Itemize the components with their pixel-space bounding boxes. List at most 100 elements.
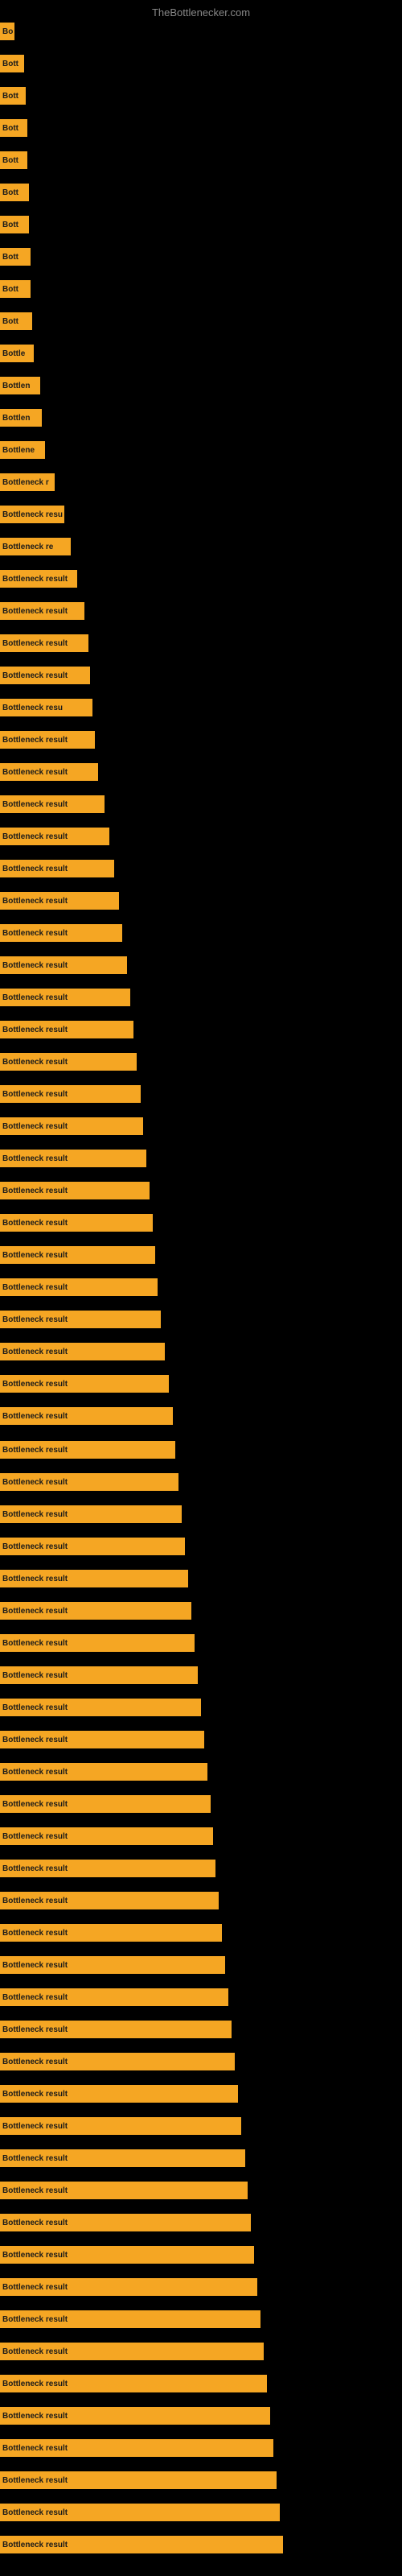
bar-row: Bottleneck result [0,1311,161,1328]
bar-label: Bottleneck result [2,2412,68,2421]
bar-row: Bottleneck result [0,2246,254,2264]
bar-item: Bottleneck result [0,1924,222,1942]
bar-item: Bottleneck result [0,731,95,749]
bar-row: Bottleneck result [0,1892,219,1909]
bar-label: Bottleneck result [2,1348,68,1356]
bar-item: Bottleneck result [0,2182,248,2199]
bar-label: Bott [2,124,18,133]
bar-label: Bottleneck result [2,961,68,970]
bar-label: Bottleneck result [2,1800,68,1809]
bar-label: Bott [2,221,18,229]
bar-item: Bottleneck result [0,1473,178,1491]
bar-label: Bottleneck result [2,1768,68,1777]
bar-row: Bott [0,119,27,137]
bar-item: Bottleneck result [0,763,98,781]
bar-item: Bottleneck result [0,1634,195,1652]
bar-row: Bottleneck result [0,1699,201,1716]
bar-label: Bottlen [2,382,30,390]
bar-row: Bottleneck result [0,828,109,845]
bar-item: Bott [0,55,24,72]
bar-row: Bottleneck result [0,2375,267,2392]
bar-row: Bottleneck re [0,538,71,555]
bar-row: Bott [0,151,27,169]
site-title: TheBottlenecker.com [0,0,402,22]
bar-label: Bottleneck resu [2,704,63,712]
bar-item: Bottleneck result [0,1699,201,1716]
bar-item: Bottleneck result [0,1407,173,1425]
bar-item: Bottleneck result [0,1021,133,1038]
bar-item: Bottleneck result [0,2149,245,2167]
bar-row: Bottleneck result [0,2149,245,2167]
bar-label: Bottleneck result [2,2541,68,2549]
bar-row: Bottleneck result [0,1441,175,1459]
bar-label: Bottleneck result [2,1026,68,1034]
bar-row: Bottleneck resu [0,699,92,716]
bar-label: Bottleneck result [2,2122,68,2131]
bar-item: Bottleneck result [0,1150,146,1167]
bar-row: Bottleneck result [0,1343,165,1360]
bar-item: Bottleneck result [0,2536,283,2553]
bar-label: Bottleneck r [2,478,49,487]
bar-label: Bottleneck result [2,2186,68,2195]
bar-row: Bottleneck result [0,1021,133,1038]
bar-row: Bottleneck result [0,2053,235,2070]
bar-row: Bottleneck result [0,1666,198,1684]
bar-label: Bottleneck result [2,1058,68,1067]
bar-row: Bottleneck result [0,956,127,974]
bar-row: Bo [0,23,14,40]
bar-label: Bottleneck result [2,832,68,841]
bar-row: Bottleneck result [0,634,88,652]
bar-label: Bottleneck result [2,993,68,1002]
bar-label: Bottleneck result [2,1864,68,1873]
bar-label: Bottleneck result [2,2251,68,2260]
bar-label: Bottleneck result [2,1187,68,1195]
bar-label: Bottleneck result [2,575,68,584]
bar-label: Bottleneck result [2,2219,68,2227]
bar-label: Bottleneck result [2,1090,68,1099]
bar-row: Bottleneck result [0,1375,169,1393]
bar-label: Bottlene [2,446,35,455]
bar-row: Bottleneck result [0,2471,277,2489]
bar-item: Bottleneck result [0,1763,207,1781]
bar-item: Bottleneck result [0,860,114,877]
bar-label: Bottle [2,349,25,358]
bar-row: Bottleneck result [0,1278,158,1296]
bar-item: Bottleneck result [0,2021,232,2038]
bar-label: Bottleneck resu [2,510,63,519]
bar-row: Bott [0,248,31,266]
bar-item: Bottleneck result [0,602,84,620]
bar-item: Bottleneck result [0,667,90,684]
bar-item: Bottleneck result [0,1892,219,1909]
bar-item: Bottleneck result [0,2504,280,2521]
bar-item: Bottleneck result [0,1988,228,2006]
bar-row: Bottleneck result [0,1827,213,1845]
bar-item: Bottleneck result [0,1214,153,1232]
bar-label: Bottleneck result [2,639,68,648]
bar-item: Bottleneck result [0,1538,185,1555]
bar-row: Bottleneck r [0,473,55,491]
bar-row: Bottleneck result [0,1407,173,1425]
bar-row: Bott [0,184,29,201]
bar-item: Bottleneck result [0,892,119,910]
bar-label: Bottleneck result [2,2090,68,2099]
bar-item: Bottleneck resu [0,506,64,523]
bar-row: Bottleneck result [0,1988,228,2006]
bar-row: Bottleneck result [0,924,122,942]
bar-item: Bottleneck result [0,1602,191,1620]
bar-item: Bottleneck result [0,2375,267,2392]
bar-row: Bottleneck result [0,2021,232,2038]
bar-item: Bottleneck result [0,1795,211,1813]
bar-row: Bottlen [0,377,40,394]
bar-label: Bottleneck result [2,1122,68,1131]
bar-row: Bottleneck result [0,2278,257,2296]
bar-label: Bottleneck result [2,1315,68,1324]
bar-row: Bottleneck result [0,2214,251,2231]
bar-row: Bottleneck result [0,2439,273,2457]
bar-row: Bott [0,280,31,298]
bar-label: Bottleneck result [2,1703,68,1712]
bar-item: Bott [0,280,31,298]
bar-label: Bottleneck result [2,1671,68,1680]
bar-row: Bottleneck result [0,1053,137,1071]
bar-item: Bottleneck result [0,570,77,588]
bar-label: Bottleneck result [2,1575,68,1583]
